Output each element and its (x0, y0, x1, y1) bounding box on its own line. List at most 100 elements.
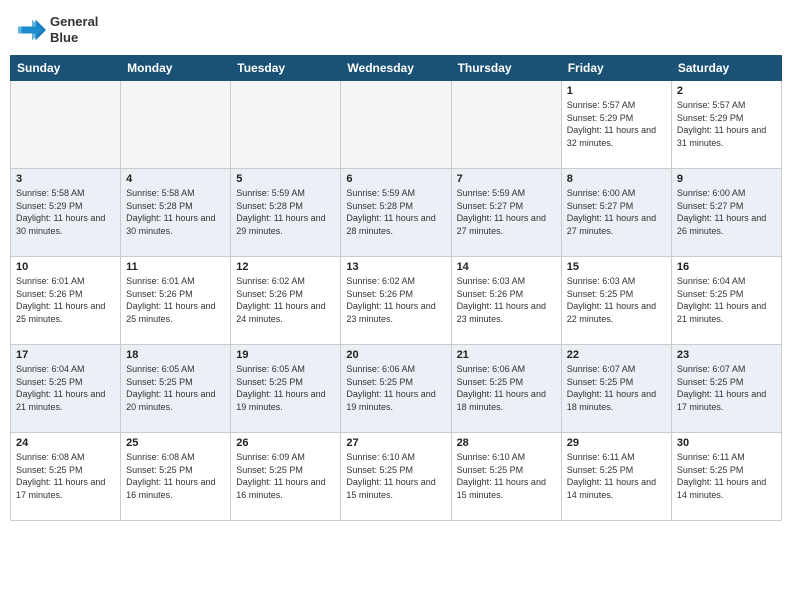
day-cell-2: 2 Sunrise: 5:57 AM Sunset: 5:29 PM Daylig… (671, 81, 781, 169)
day-info: Sunrise: 6:00 AM Sunset: 5:27 PM Dayligh… (567, 187, 666, 237)
day-cell-18: 18Sunrise: 6:05 AM Sunset: 5:25 PM Dayli… (121, 345, 231, 433)
day-cell-19: 19 Sunrise: 6:05 AM Sunset: 5:25 PM Dayli… (231, 345, 341, 433)
day-cell-17: 17 Sunrise: 6:04 AM Sunset: 5:25 PM Dayli… (11, 345, 121, 433)
day-cell-1: 1 Sunrise: 5:57 AM Sunset: 5:29 PM Daylig… (561, 81, 671, 169)
day-cell-16: 16 Sunrise: 6:04 AM Sunset: 5:25 PM Dayli… (671, 257, 781, 345)
day-number: 1 (567, 85, 666, 97)
day-cell-7: 7 Sunrise: 5:59 AM Sunset: 5:27 PM Daylig… (451, 169, 561, 257)
logo-icon (18, 16, 46, 44)
day-number: 22 (567, 349, 666, 361)
weekday-header-monday: Monday (121, 56, 231, 81)
day-number: 21 (457, 349, 556, 361)
day-number: 4 (126, 173, 225, 185)
day-number: 14 (457, 261, 556, 273)
week-row-5: 24 Sunrise: 6:08 AM Sunset: 5:25 PM Dayli… (11, 433, 782, 521)
day-number: 17 (16, 349, 115, 361)
day-number: 11 (126, 261, 225, 273)
day-info: Sunrise: 6:01 AM Sunset: 5:26 PM Dayligh… (126, 275, 225, 325)
day-cell-14: 14 Sunrise: 6:03 AM Sunset: 5:26 PM Dayli… (451, 257, 561, 345)
day-info: Sunrise: 6:11 AM Sunset: 5:25 PM Dayligh… (677, 451, 776, 501)
empty-cell (341, 81, 451, 169)
weekday-header-saturday: Saturday (671, 56, 781, 81)
day-cell-11: 11 Sunrise: 6:01 AM Sunset: 5:26 PM Dayli… (121, 257, 231, 345)
day-cell-27: 27 Sunrise: 6:10 AM Sunset: 5:25 PM Dayli… (341, 433, 451, 521)
empty-cell (121, 81, 231, 169)
day-info: Sunrise: 6:02 AM Sunset: 5:26 PM Dayligh… (236, 275, 335, 325)
day-number: 16 (677, 261, 776, 273)
day-cell-6: 6 Sunrise: 5:59 AM Sunset: 5:28 PM Daylig… (341, 169, 451, 257)
day-cell-15: 15 Sunrise: 6:03 AM Sunset: 5:25 PM Dayli… (561, 257, 671, 345)
day-info: Sunrise: 6:10 AM Sunset: 5:25 PM Dayligh… (346, 451, 445, 501)
weekday-header-thursday: Thursday (451, 56, 561, 81)
day-number: 30 (677, 437, 776, 449)
day-number: 23 (677, 349, 776, 361)
day-info: Sunrise: 6:07 AM Sunset: 5:25 PM Dayligh… (677, 363, 776, 413)
day-info: Sunrise: 5:59 AM Sunset: 5:28 PM Dayligh… (346, 187, 445, 237)
day-info: Sunrise: 5:57 AM Sunset: 5:29 PM Dayligh… (567, 99, 666, 149)
day-number: 7 (457, 173, 556, 185)
day-cell-21: 21 Sunrise: 6:06 AM Sunset: 5:25 PM Dayli… (451, 345, 561, 433)
day-number: 20 (346, 349, 445, 361)
week-row-1: 1 Sunrise: 5:57 AM Sunset: 5:29 PM Daylig… (11, 81, 782, 169)
day-cell-28: 28Sunrise: 6:10 AM Sunset: 5:25 PM Dayli… (451, 433, 561, 521)
day-cell-4: 4Sunrise: 5:58 AM Sunset: 5:28 PM Daylig… (121, 169, 231, 257)
day-cell-3: 3 Sunrise: 5:58 AM Sunset: 5:29 PM Daylig… (11, 169, 121, 257)
day-number: 3 (16, 173, 115, 185)
day-info: Sunrise: 6:08 AM Sunset: 5:25 PM Dayligh… (126, 451, 225, 501)
day-info: Sunrise: 6:07 AM Sunset: 5:25 PM Dayligh… (567, 363, 666, 413)
day-info: Sunrise: 6:05 AM Sunset: 5:25 PM Dayligh… (236, 363, 335, 413)
day-info: Sunrise: 6:04 AM Sunset: 5:25 PM Dayligh… (677, 275, 776, 325)
weekday-header-friday: Friday (561, 56, 671, 81)
day-info: Sunrise: 6:00 AM Sunset: 5:27 PM Dayligh… (677, 187, 776, 237)
day-info: Sunrise: 6:06 AM Sunset: 5:25 PM Dayligh… (457, 363, 556, 413)
day-number: 13 (346, 261, 445, 273)
logo: General Blue (18, 14, 98, 45)
week-row-3: 10 Sunrise: 6:01 AM Sunset: 5:26 PM Dayli… (11, 257, 782, 345)
day-info: Sunrise: 6:02 AM Sunset: 5:26 PM Dayligh… (346, 275, 445, 325)
day-number: 2 (677, 85, 776, 97)
day-info: Sunrise: 6:04 AM Sunset: 5:25 PM Dayligh… (16, 363, 115, 413)
day-number: 29 (567, 437, 666, 449)
day-number: 9 (677, 173, 776, 185)
day-cell-9: 9 Sunrise: 6:00 AM Sunset: 5:27 PM Daylig… (671, 169, 781, 257)
day-cell-13: 13 Sunrise: 6:02 AM Sunset: 5:26 PM Dayli… (341, 257, 451, 345)
day-info: Sunrise: 5:59 AM Sunset: 5:28 PM Dayligh… (236, 187, 335, 237)
day-number: 5 (236, 173, 335, 185)
day-number: 6 (346, 173, 445, 185)
empty-cell (451, 81, 561, 169)
day-info: Sunrise: 6:06 AM Sunset: 5:25 PM Dayligh… (346, 363, 445, 413)
empty-cell (11, 81, 121, 169)
day-number: 27 (346, 437, 445, 449)
day-number: 8 (567, 173, 666, 185)
day-number: 18 (126, 349, 225, 361)
logo-text: General Blue (50, 14, 98, 45)
day-number: 10 (16, 261, 115, 273)
day-info: Sunrise: 5:59 AM Sunset: 5:27 PM Dayligh… (457, 187, 556, 237)
day-number: 24 (16, 437, 115, 449)
weekday-header-row: SundayMondayTuesdayWednesdayThursdayFrid… (11, 56, 782, 81)
day-cell-5: 5 Sunrise: 5:59 AM Sunset: 5:28 PM Daylig… (231, 169, 341, 257)
empty-cell (231, 81, 341, 169)
day-info: Sunrise: 6:08 AM Sunset: 5:25 PM Dayligh… (16, 451, 115, 501)
page-header: General Blue (10, 10, 782, 49)
day-info: Sunrise: 5:57 AM Sunset: 5:29 PM Dayligh… (677, 99, 776, 149)
calendar-table: SundayMondayTuesdayWednesdayThursdayFrid… (10, 55, 782, 521)
day-number: 15 (567, 261, 666, 273)
day-number: 26 (236, 437, 335, 449)
day-cell-23: 23 Sunrise: 6:07 AM Sunset: 5:25 PM Dayli… (671, 345, 781, 433)
day-cell-26: 26 Sunrise: 6:09 AM Sunset: 5:25 PM Dayli… (231, 433, 341, 521)
day-info: Sunrise: 6:03 AM Sunset: 5:25 PM Dayligh… (567, 275, 666, 325)
day-info: Sunrise: 6:11 AM Sunset: 5:25 PM Dayligh… (567, 451, 666, 501)
day-info: Sunrise: 5:58 AM Sunset: 5:29 PM Dayligh… (16, 187, 115, 237)
weekday-header-tuesday: Tuesday (231, 56, 341, 81)
day-cell-30: 30 Sunrise: 6:11 AM Sunset: 5:25 PM Dayli… (671, 433, 781, 521)
day-cell-10: 10Sunrise: 6:01 AM Sunset: 5:26 PM Dayli… (11, 257, 121, 345)
day-cell-12: 12Sunrise: 6:02 AM Sunset: 5:26 PM Dayli… (231, 257, 341, 345)
day-info: Sunrise: 6:03 AM Sunset: 5:26 PM Dayligh… (457, 275, 556, 325)
day-number: 28 (457, 437, 556, 449)
day-cell-25: 25Sunrise: 6:08 AM Sunset: 5:25 PM Dayli… (121, 433, 231, 521)
week-row-4: 17 Sunrise: 6:04 AM Sunset: 5:25 PM Dayli… (11, 345, 782, 433)
day-info: Sunrise: 6:09 AM Sunset: 5:25 PM Dayligh… (236, 451, 335, 501)
day-number: 19 (236, 349, 335, 361)
week-row-2: 3 Sunrise: 5:58 AM Sunset: 5:29 PM Daylig… (11, 169, 782, 257)
